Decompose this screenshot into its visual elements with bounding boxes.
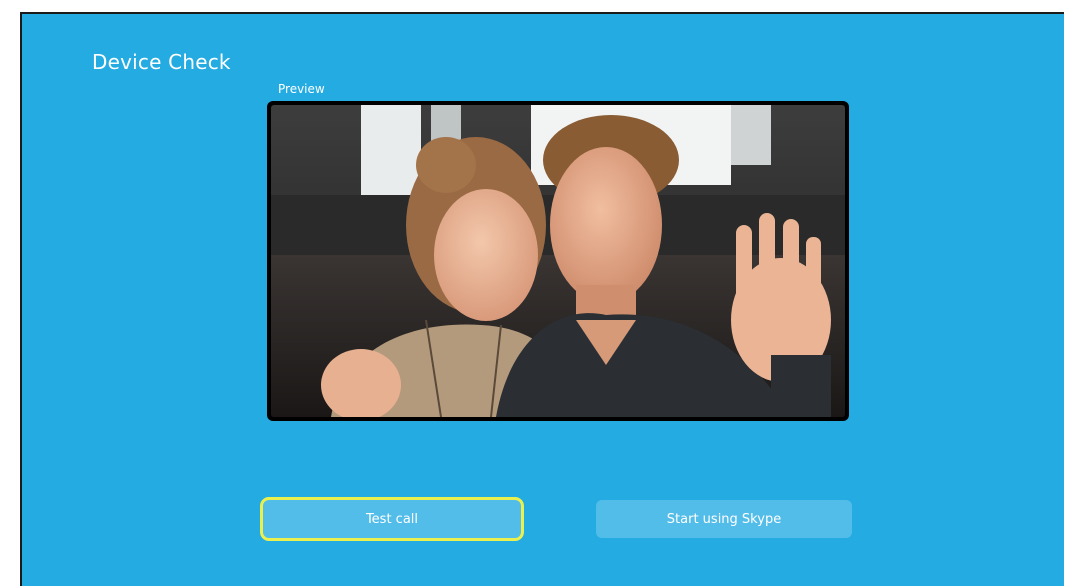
preview-label: Preview	[278, 82, 325, 96]
test-call-button[interactable]: Test call	[260, 497, 524, 541]
camera-preview	[267, 101, 849, 421]
device-check-screen: Device Check Preview Test call Start usi…	[20, 12, 1064, 586]
start-using-skype-button[interactable]: Start using Skype	[596, 500, 852, 538]
page-title: Device Check	[92, 50, 231, 74]
camera-preview-image	[271, 105, 845, 417]
